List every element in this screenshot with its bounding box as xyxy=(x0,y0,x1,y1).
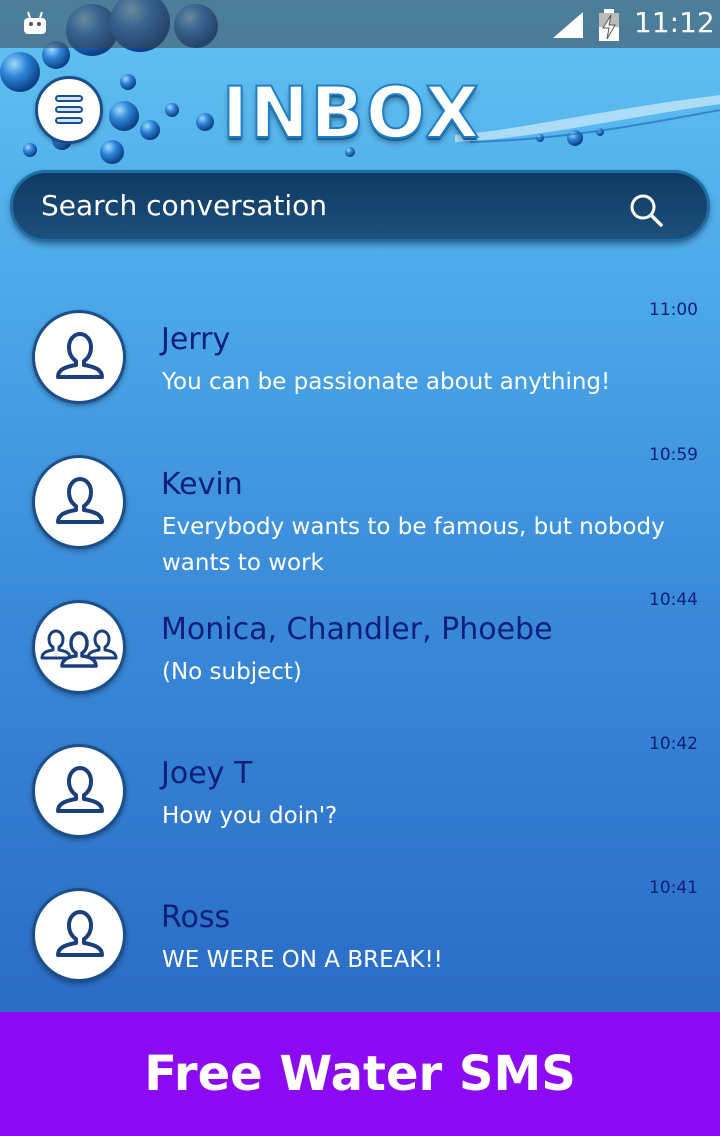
avatar xyxy=(32,744,126,838)
person-icon xyxy=(56,332,104,379)
conversation-item[interactable]: Jerry You can be passionate about anythi… xyxy=(0,300,720,446)
avatar xyxy=(32,310,126,404)
contact-name: Ross xyxy=(161,900,231,935)
search-icon[interactable] xyxy=(629,193,665,229)
menu-button[interactable] xyxy=(35,76,103,144)
contact-name: Jerry xyxy=(161,322,231,357)
signal-icon xyxy=(553,12,583,38)
search-bar[interactable]: Search conversation xyxy=(10,170,710,242)
search-input[interactable]: Search conversation xyxy=(41,189,327,222)
message-time: 10:44 xyxy=(649,590,698,610)
battery-charging-icon xyxy=(599,9,619,41)
message-time: 11:00 xyxy=(649,300,698,320)
message-preview: You can be passionate about anything! xyxy=(162,369,611,395)
avatar xyxy=(32,600,126,694)
android-debug-icon xyxy=(24,11,46,34)
conversation-item[interactable]: Joey T How you doin'? 10:42 xyxy=(0,734,720,880)
contact-name: Monica, Chandler, Phoebe xyxy=(161,612,553,647)
promo-banner[interactable]: Free Water SMS xyxy=(0,1012,720,1136)
contact-name: Kevin xyxy=(161,467,243,502)
message-time: 10:41 xyxy=(649,878,698,898)
message-time: 10:42 xyxy=(649,734,698,754)
banner-text: Free Water SMS xyxy=(144,1046,576,1102)
conversation-item[interactable]: Monica, Chandler, Phoebe (No subject) 10… xyxy=(0,590,720,736)
person-icon xyxy=(56,910,104,957)
message-preview: WE WERE ON A BREAK!! xyxy=(162,947,443,973)
conversation-item[interactable]: Ross WE WERE ON A BREAK!! 10:41 xyxy=(0,878,720,1024)
page-title: INBOX xyxy=(221,71,481,155)
message-preview: Everybody wants to be famous, but nobody… xyxy=(162,514,665,576)
group-icon xyxy=(40,629,118,668)
contact-name: Joey T xyxy=(161,756,253,791)
menu-icon xyxy=(55,95,83,102)
person-icon xyxy=(56,766,104,813)
avatar xyxy=(32,888,126,982)
person-icon xyxy=(56,477,104,524)
avatar xyxy=(32,455,126,549)
message-time: 10:59 xyxy=(649,445,698,465)
status-time: 11:12 xyxy=(634,6,715,39)
conversation-item[interactable]: Kevin Everybody wants to be famous, but … xyxy=(0,445,720,591)
status-bar: 11:12 xyxy=(0,0,720,48)
message-preview: How you doin'? xyxy=(162,803,338,829)
message-preview: (No subject) xyxy=(162,659,302,685)
